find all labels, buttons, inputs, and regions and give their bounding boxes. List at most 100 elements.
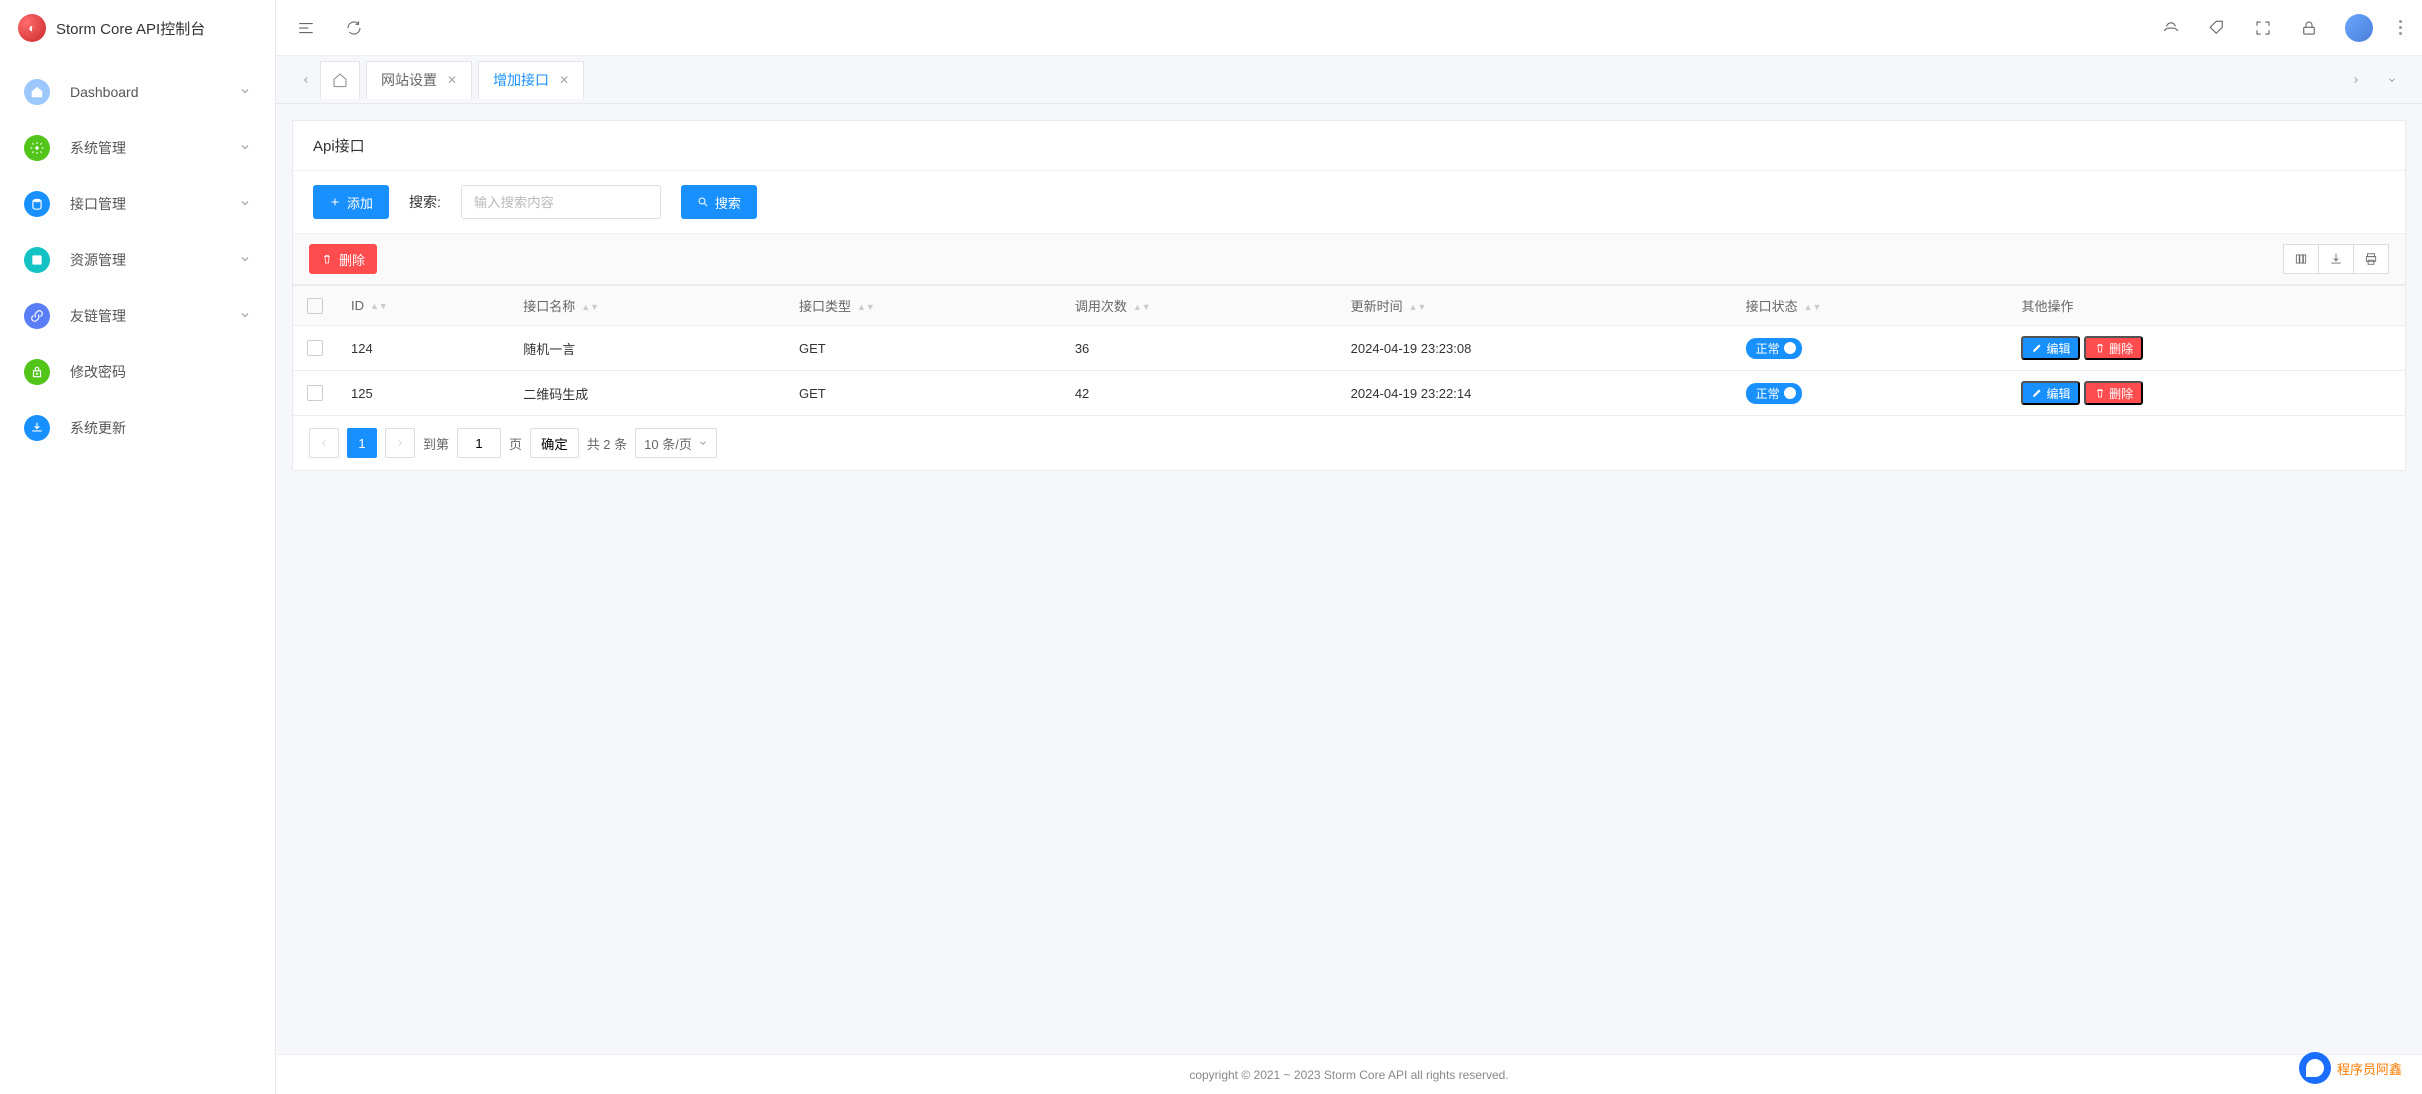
search-input[interactable] bbox=[461, 185, 661, 219]
checkbox-all[interactable] bbox=[307, 298, 323, 314]
column-header[interactable]: 接口名称▲▼ bbox=[509, 286, 785, 326]
sidebar-item-3[interactable]: 资源管理 bbox=[0, 232, 275, 288]
page-size-select[interactable]: 10 条/页 bbox=[635, 428, 717, 458]
menu-icon-4 bbox=[24, 303, 50, 329]
tab-next-icon[interactable] bbox=[2342, 66, 2370, 94]
app-title: Storm Core API控制台 bbox=[56, 18, 205, 39]
columns-icon[interactable] bbox=[2283, 244, 2319, 274]
sidebar-item-2[interactable]: 接口管理 bbox=[0, 176, 275, 232]
status-switch[interactable]: 正常 bbox=[1746, 383, 1802, 404]
lock-icon[interactable] bbox=[2299, 18, 2319, 38]
table-row: 124 随机一言 GET 36 2024-04-19 23:23:08 正常 编… bbox=[293, 326, 2405, 371]
cell-calls: 42 bbox=[1061, 371, 1337, 416]
tag-icon[interactable] bbox=[2207, 18, 2227, 38]
chevron-down-icon bbox=[239, 196, 251, 212]
cell-updated: 2024-04-19 23:23:08 bbox=[1337, 326, 1732, 371]
logo-icon: ◐ bbox=[18, 14, 46, 42]
goto-label: 到第 bbox=[423, 434, 449, 453]
cell-name: 二维码生成 bbox=[509, 371, 785, 416]
tab-label: 网站设置 bbox=[381, 70, 437, 90]
add-button-label: 添加 bbox=[347, 193, 373, 212]
cell-id: 125 bbox=[337, 371, 509, 416]
chevron-down-icon bbox=[239, 84, 251, 100]
api-card: Api接口 添加 搜索: 搜索 删除 bbox=[292, 120, 2406, 471]
sidebar-item-6[interactable]: 系统更新 bbox=[0, 400, 275, 456]
column-header[interactable]: 调用次数▲▼ bbox=[1061, 286, 1337, 326]
sidebar-item-5[interactable]: 修改密码 bbox=[0, 344, 275, 400]
export-icon[interactable] bbox=[2318, 244, 2354, 274]
footer: copyright © 2021 ~ 2023 Storm Core API a… bbox=[276, 1054, 2422, 1094]
fullscreen-icon[interactable] bbox=[2253, 18, 2273, 38]
sidebar-item-1[interactable]: 系统管理 bbox=[0, 120, 275, 176]
sort-icon: ▲▼ bbox=[1133, 305, 1151, 310]
page-prev-button[interactable] bbox=[309, 428, 339, 458]
row-checkbox[interactable] bbox=[307, 340, 323, 356]
tab-0[interactable]: 网站设置 ✕ bbox=[366, 61, 472, 99]
column-header[interactable]: ID▲▼ bbox=[337, 286, 509, 326]
cell-name: 随机一言 bbox=[509, 326, 785, 371]
avatar[interactable] bbox=[2345, 14, 2373, 42]
page-next-button[interactable] bbox=[385, 428, 415, 458]
total-text: 共 2 条 bbox=[587, 434, 627, 453]
page-unit: 页 bbox=[509, 434, 522, 453]
refresh-icon[interactable] bbox=[344, 18, 364, 38]
menu-icon-5 bbox=[24, 359, 50, 385]
row-checkbox[interactable] bbox=[307, 385, 323, 401]
watermark: 程序员阿鑫 bbox=[2299, 1052, 2402, 1084]
tab-home[interactable] bbox=[320, 61, 360, 99]
column-header[interactable]: 接口类型▲▼ bbox=[785, 286, 1061, 326]
column-header[interactable]: 更新时间▲▼ bbox=[1337, 286, 1732, 326]
tabs-bar: 网站设置 ✕ 增加接口 ✕ bbox=[276, 56, 2422, 104]
collapse-menu-icon[interactable] bbox=[296, 18, 316, 38]
cell-id: 124 bbox=[337, 326, 509, 371]
api-table: ID▲▼接口名称▲▼接口类型▲▼调用次数▲▼更新时间▲▼接口状态▲▼其他操作 1… bbox=[293, 285, 2405, 416]
menu-label: 接口管理 bbox=[70, 194, 239, 214]
more-menu-icon[interactable] bbox=[2399, 20, 2402, 35]
cell-calls: 36 bbox=[1061, 326, 1337, 371]
sidebar-item-4[interactable]: 友链管理 bbox=[0, 288, 275, 344]
menu-icon-3 bbox=[24, 247, 50, 273]
batch-delete-button[interactable]: 删除 bbox=[309, 244, 377, 274]
status-switch[interactable]: 正常 bbox=[1746, 338, 1802, 359]
menu-label: 系统管理 bbox=[70, 138, 239, 158]
menu-icon-1 bbox=[24, 135, 50, 161]
sidebar-item-0[interactable]: Dashboard bbox=[0, 64, 275, 120]
cell-updated: 2024-04-19 23:22:14 bbox=[1337, 371, 1732, 416]
watermark-icon bbox=[2299, 1052, 2331, 1084]
edit-button[interactable]: 编辑 bbox=[2021, 381, 2080, 405]
menu-label: Dashboard bbox=[70, 84, 239, 100]
logo-area: ◐ Storm Core API控制台 bbox=[0, 0, 275, 56]
cell-type: GET bbox=[785, 371, 1061, 416]
search-label: 搜索: bbox=[409, 192, 441, 212]
add-button[interactable]: 添加 bbox=[313, 185, 389, 219]
tab-prev-icon[interactable] bbox=[292, 66, 320, 94]
delete-button[interactable]: 删除 bbox=[2084, 336, 2143, 360]
menu-label: 系统更新 bbox=[70, 418, 251, 438]
tab-dropdown-icon[interactable] bbox=[2378, 66, 2406, 94]
print-icon[interactable] bbox=[2353, 244, 2389, 274]
close-icon[interactable]: ✕ bbox=[559, 73, 569, 87]
column-header[interactable]: 接口状态▲▼ bbox=[1732, 286, 2008, 326]
topbar bbox=[276, 0, 2422, 56]
close-icon[interactable]: ✕ bbox=[447, 73, 457, 87]
theme-icon[interactable] bbox=[2161, 18, 2181, 38]
page-number-button[interactable]: 1 bbox=[347, 428, 377, 458]
chevron-down-icon bbox=[239, 308, 251, 324]
main-area: 网站设置 ✕ 增加接口 ✕ Api接口 添加 搜索: bbox=[276, 0, 2422, 1094]
chevron-down-icon bbox=[239, 252, 251, 268]
cell-type: GET bbox=[785, 326, 1061, 371]
search-button[interactable]: 搜索 bbox=[681, 185, 757, 219]
delete-button[interactable]: 删除 bbox=[2084, 381, 2143, 405]
goto-input[interactable] bbox=[457, 428, 501, 458]
card-title: Api接口 bbox=[293, 121, 2405, 171]
sort-icon: ▲▼ bbox=[370, 304, 388, 309]
sort-icon: ▲▼ bbox=[857, 305, 875, 310]
tab-label: 增加接口 bbox=[493, 70, 549, 90]
menu-label: 友链管理 bbox=[70, 306, 239, 326]
chevron-down-icon bbox=[239, 140, 251, 156]
menu-icon-2 bbox=[24, 191, 50, 217]
goto-confirm-button[interactable]: 确定 bbox=[530, 428, 579, 458]
card-toolbar: 添加 搜索: 搜索 bbox=[293, 171, 2405, 234]
tab-1[interactable]: 增加接口 ✕ bbox=[478, 61, 584, 99]
edit-button[interactable]: 编辑 bbox=[2021, 336, 2080, 360]
